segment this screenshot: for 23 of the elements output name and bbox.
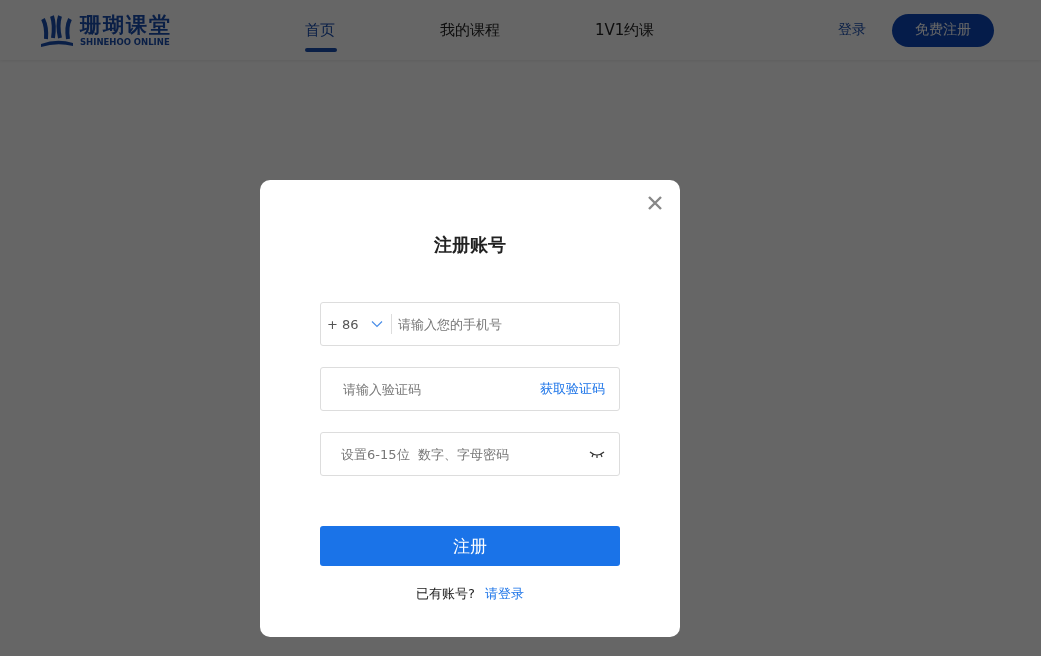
- nav-tab[interactable]: 我的课程: [440, 0, 560, 60]
- logo-subtitle: SHINEHOO ONLINE: [80, 37, 171, 47]
- get-code-link[interactable]: 获取验证码: [540, 380, 605, 398]
- phone-input[interactable]: 请输入您的手机号: [395, 315, 619, 333]
- password-input[interactable]: 设置6-15位 数字、字母密码: [339, 445, 589, 463]
- logo-icon: [40, 13, 74, 47]
- nav-tab[interactable]: 首页: [305, 0, 405, 60]
- close-icon[interactable]: [646, 194, 664, 212]
- password-field[interactable]: 设置6-15位 数字、字母密码: [320, 432, 620, 476]
- closed-eye-icon[interactable]: [589, 450, 605, 458]
- nav-tab[interactable]: 1V1约课: [595, 0, 715, 60]
- register-submit-button[interactable]: 注册: [320, 526, 620, 566]
- have-account-text: 已有账号?: [416, 585, 475, 603]
- code-field[interactable]: 请输入验证码 获取验证码: [320, 367, 620, 411]
- register-button[interactable]: 免费注册: [892, 13, 994, 47]
- chevron-down-icon[interactable]: [370, 320, 383, 328]
- code-input[interactable]: 请输入验证码: [341, 380, 540, 398]
- dialog-title: 注册账号: [434, 233, 506, 257]
- login-link[interactable]: 登录: [838, 21, 866, 39]
- country-code[interactable]: + 86: [327, 316, 359, 332]
- login-link[interactable]: 请登录: [484, 585, 524, 603]
- logo-name: 珊瑚课堂: [80, 13, 172, 37]
- phone-field[interactable]: + 86 请输入您的手机号: [320, 302, 620, 346]
